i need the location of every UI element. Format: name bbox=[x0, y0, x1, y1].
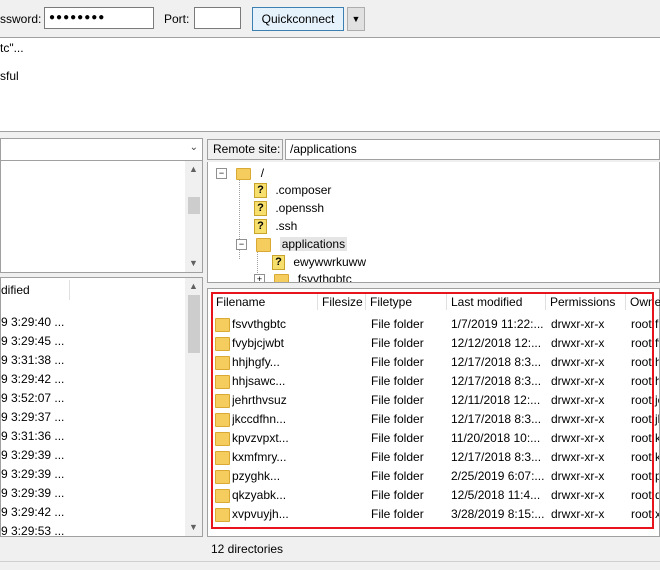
local-list-scrollbar[interactable]: ▲ ▼ bbox=[185, 278, 202, 536]
password-field[interactable]: ●●●●●●●● bbox=[44, 7, 154, 29]
quickconnect-button[interactable]: Quickconnect bbox=[252, 7, 344, 31]
local-tree-scrollbar[interactable]: ▲ ▼ bbox=[185, 161, 202, 272]
tree-node-label: applications bbox=[279, 237, 348, 251]
collapse-icon[interactable]: − bbox=[236, 239, 247, 251]
list-item[interactable]: 9 3:29:39 ... bbox=[1, 465, 64, 484]
scrollbar-thumb[interactable] bbox=[188, 197, 200, 214]
chevron-down-icon: ▼ bbox=[351, 14, 361, 24]
directory-count: 12 directories bbox=[211, 542, 284, 556]
quickconnect-bar: ssword: ●●●●●●●● Port: Quickconnect ▼ bbox=[0, 0, 660, 37]
tree-node-composer[interactable]: ? .composer bbox=[254, 181, 331, 199]
tree-node-openssh[interactable]: ? .openssh bbox=[254, 199, 324, 217]
local-list-header: dified bbox=[1, 278, 185, 302]
list-item[interactable]: 9 3:29:37 ... bbox=[1, 408, 64, 427]
local-tree-pane[interactable]: ⌄ ▲ ▼ bbox=[0, 138, 203, 273]
list-item[interactable]: 9 3:31:38 ... bbox=[1, 351, 64, 370]
tree-node-label: ewywwrkuww bbox=[293, 255, 367, 269]
scroll-up-icon[interactable]: ▲ bbox=[185, 161, 202, 178]
list-item[interactable]: 9 3:52:07 ... bbox=[1, 389, 64, 408]
tree-node-label: .composer bbox=[275, 183, 332, 197]
remote-site-label: Remote site: bbox=[207, 139, 283, 160]
message-log[interactable]: tc"... sful bbox=[0, 37, 660, 132]
tree-node-fsvvthgbtc[interactable]: + fsvvthgbtc bbox=[254, 270, 352, 283]
port-field[interactable] bbox=[194, 7, 241, 29]
password-label: ssword: bbox=[0, 12, 42, 26]
list-item[interactable]: 9 3:29:42 ... bbox=[1, 370, 64, 389]
local-file-list[interactable]: dified 9 3:29:40 ... 9 3:29:45 ... 9 3:31:… bbox=[0, 277, 203, 538]
log-line: tc"... bbox=[0, 41, 24, 55]
list-item[interactable]: 9 3:31:36 ... bbox=[1, 427, 64, 446]
scrollbar-thumb[interactable] bbox=[188, 295, 200, 353]
tree-node-applications[interactable]: − applications bbox=[236, 235, 348, 253]
tree-node-root[interactable]: − / bbox=[216, 164, 264, 182]
tree-node-label: / bbox=[260, 166, 265, 180]
local-path-dropdown[interactable]: ⌄ bbox=[1, 139, 202, 161]
list-item[interactable]: 9 3:29:40 ... bbox=[1, 313, 64, 332]
scroll-up-icon[interactable]: ▲ bbox=[185, 278, 202, 295]
unknown-folder-icon: ? bbox=[254, 219, 267, 235]
tree-node-label: fsvvthgbtc bbox=[297, 272, 352, 283]
column-header-last-modified[interactable]: dified bbox=[1, 283, 30, 297]
folder-icon bbox=[274, 273, 290, 282]
collapse-icon[interactable]: − bbox=[216, 168, 227, 180]
tree-node-ssh[interactable]: ? .ssh bbox=[254, 217, 297, 235]
tree-node-label: .openssh bbox=[275, 201, 325, 215]
list-item[interactable]: 9 3:29:42 ... bbox=[1, 503, 64, 522]
folder-icon bbox=[256, 237, 272, 252]
log-line: sful bbox=[0, 69, 19, 83]
remote-tree-pane[interactable]: − / ? .composer ? .openssh ? .ssh − appl… bbox=[207, 162, 660, 283]
remote-status-bar: 12 directories bbox=[207, 537, 660, 561]
port-label: Port: bbox=[164, 12, 190, 26]
remote-path-input[interactable]: /applications bbox=[285, 139, 660, 160]
unknown-folder-icon: ? bbox=[254, 201, 267, 217]
tree-node-label: .ssh bbox=[275, 219, 298, 233]
scroll-down-icon[interactable]: ▼ bbox=[185, 255, 202, 272]
remote-file-list[interactable]: Filename Filesize Filetype Last modified Per… bbox=[207, 288, 660, 537]
unknown-folder-icon: ? bbox=[272, 255, 285, 271]
list-item[interactable]: 9 3:29:39 ... bbox=[1, 446, 64, 465]
scroll-down-icon[interactable]: ▼ bbox=[185, 519, 202, 536]
highlight-box bbox=[211, 292, 654, 529]
tree-node-ewywwrkuww[interactable]: ? ewywwrkuww bbox=[272, 253, 366, 271]
list-item[interactable]: 9 3:29:39 ... bbox=[1, 484, 64, 503]
folder-icon bbox=[236, 167, 252, 180]
unknown-folder-icon: ? bbox=[254, 183, 267, 199]
quickconnect-dropdown[interactable]: ▼ bbox=[347, 7, 365, 31]
column-divider bbox=[69, 280, 70, 300]
expand-icon[interactable]: + bbox=[254, 274, 265, 282]
list-item[interactable]: 9 3:29:45 ... bbox=[1, 332, 64, 351]
chevron-down-icon: ⌄ bbox=[189, 142, 198, 153]
